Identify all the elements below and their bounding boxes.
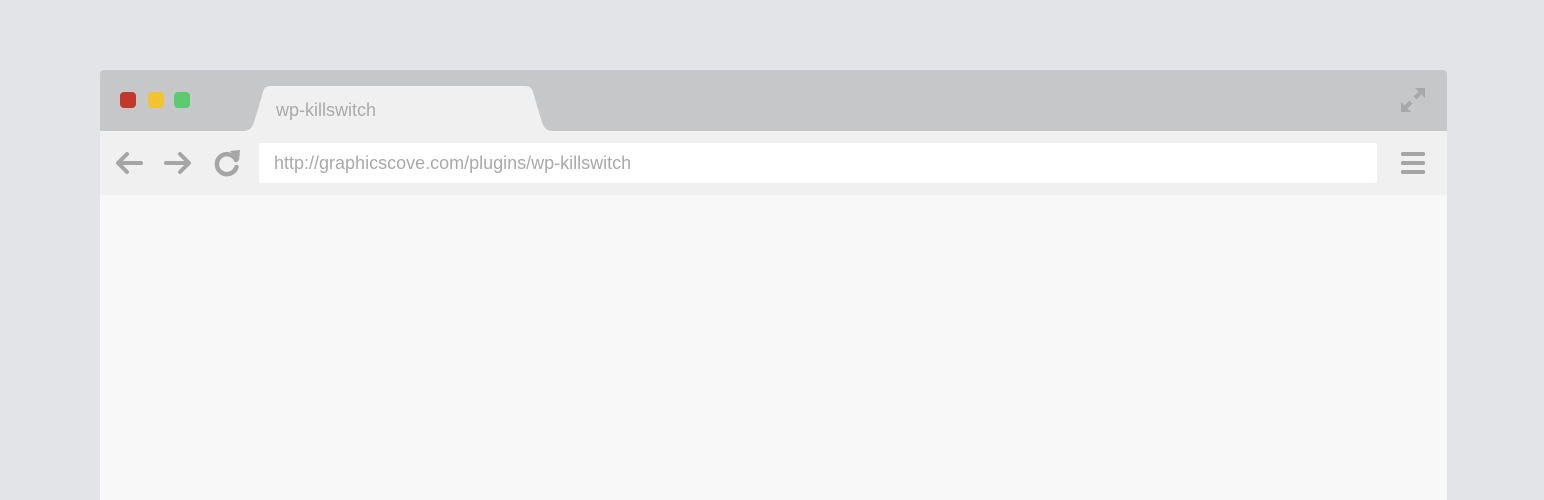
hamburger-menu-icon[interactable] xyxy=(1401,151,1425,175)
browser-window: wp-killswitch http://graphicscove.com/pl… xyxy=(100,70,1447,500)
arrow-left-icon[interactable] xyxy=(114,148,144,178)
address-bar[interactable]: http://graphicscove.com/plugins/wp-kills… xyxy=(259,143,1377,183)
reload-icon[interactable] xyxy=(212,148,242,178)
browser-tab[interactable]: wp-killswitch xyxy=(243,86,553,131)
minimize-window-button[interactable] xyxy=(148,92,164,108)
navigation-toolbar: http://graphicscove.com/plugins/wp-kills… xyxy=(100,131,1447,195)
page-content-area[interactable] xyxy=(100,195,1447,500)
title-bar: wp-killswitch xyxy=(100,70,1447,131)
url-text[interactable]: http://graphicscove.com/plugins/wp-kills… xyxy=(274,153,631,174)
arrow-right-icon[interactable] xyxy=(163,148,193,178)
tab-title: wp-killswitch xyxy=(276,100,377,120)
close-window-button[interactable] xyxy=(120,92,136,108)
expand-icon[interactable] xyxy=(1399,86,1427,114)
maximize-window-button[interactable] xyxy=(174,92,190,108)
